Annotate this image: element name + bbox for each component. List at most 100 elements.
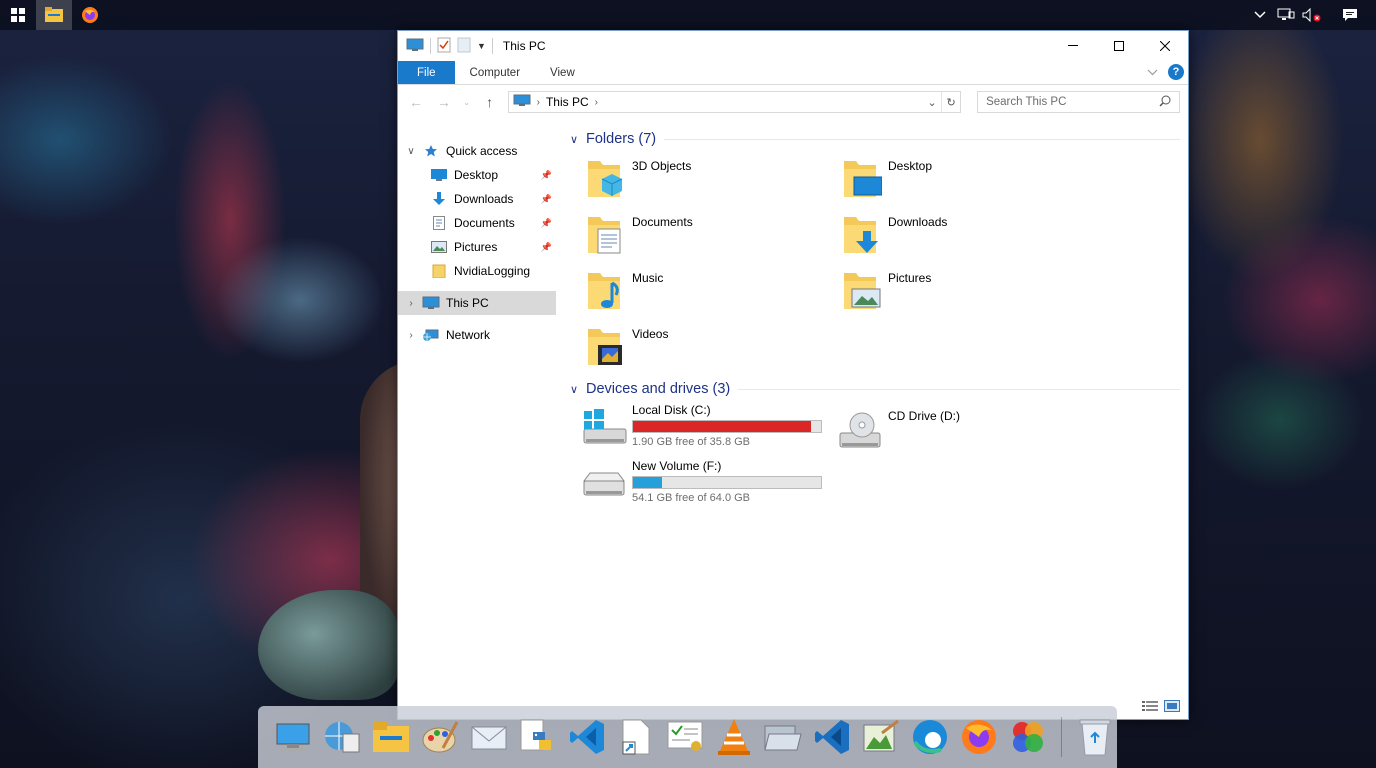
network-globe-icon[interactable] [321, 715, 364, 759]
recent-locations-button[interactable]: ⌄ [462, 98, 472, 107]
quick-access-toolbar: ▼ [398, 37, 493, 56]
search-input[interactable]: Search This PC [977, 91, 1180, 113]
customize-toolbar-icon[interactable]: ▼ [477, 41, 486, 51]
drive-free-space: 1.90 GB free of 35.8 GB [632, 436, 751, 448]
drive-d[interactable]: CD Drive (D:) [836, 401, 1092, 457]
nav-label: Pictures [454, 240, 498, 254]
paint-icon[interactable] [419, 715, 462, 759]
nav-desktop[interactable]: Desktop 📌 [398, 163, 556, 187]
drive-usage-bar [632, 476, 822, 489]
mail-icon[interactable] [468, 715, 511, 759]
chevron-up-icon[interactable] [1250, 5, 1270, 25]
help-icon[interactable]: ? [1168, 64, 1184, 80]
back-button[interactable]: ← [406, 94, 426, 110]
details-view-icon[interactable] [1142, 700, 1158, 715]
folder-music[interactable]: Music [586, 263, 842, 319]
pin-icon[interactable]: 📌 [541, 194, 552, 205]
folders-grid: 3D Objects Desktop Documents Downloads M… [570, 151, 1188, 375]
firefox-taskbar-icon[interactable] [72, 0, 108, 30]
folder-label: Downloads [888, 215, 948, 229]
folder-icon [430, 263, 448, 279]
folder-3d-objects[interactable]: 3D Objects [586, 151, 842, 207]
pin-icon[interactable]: 📌 [541, 242, 552, 253]
minimize-button[interactable] [1050, 31, 1096, 61]
folder-documents[interactable]: Documents [586, 207, 842, 263]
folder-open-icon[interactable] [761, 715, 804, 759]
drive-c[interactable]: Local Disk (C:) 1.90 GB free of 35.8 GB [580, 401, 836, 457]
file-explorer-icon[interactable] [370, 715, 413, 759]
firefox-icon[interactable] [957, 715, 1000, 759]
drives-group-header[interactable]: ∨ Devices and drives (3) [570, 377, 1188, 401]
maximize-button[interactable] [1096, 31, 1142, 61]
wallpaper-hand [258, 590, 398, 700]
drives-header-label: Devices and drives (3) [586, 381, 731, 397]
dock-separator [1061, 717, 1062, 757]
folder-label: Videos [632, 327, 669, 341]
nav-this-pc[interactable]: › This PC [398, 291, 556, 315]
image-editor-icon[interactable] [859, 715, 902, 759]
drive-label: Local Disk (C:) [632, 403, 711, 417]
folder-videos[interactable]: Videos [586, 319, 842, 375]
certificate-icon[interactable] [664, 715, 707, 759]
expand-ribbon-icon[interactable] [1147, 65, 1158, 79]
refresh-icon[interactable]: ↻ [942, 96, 960, 109]
drive-f[interactable]: New Volume (F:) 54.1 GB free of 64.0 GB [580, 457, 836, 513]
up-button[interactable]: ↑ [480, 94, 500, 110]
expand-chevron-icon[interactable]: ∨ [400, 146, 422, 157]
breadcrumb-separator-icon[interactable]: › [537, 97, 540, 108]
nav-pictures[interactable]: Pictures 📌 [398, 235, 556, 259]
vscode-icon[interactable] [566, 715, 609, 759]
nav-documents[interactable]: Documents 📌 [398, 211, 556, 235]
folder-downloads[interactable]: Downloads [842, 207, 1098, 263]
file-explorer-taskbar-icon[interactable] [36, 0, 72, 30]
large-icons-view-icon[interactable] [1164, 700, 1180, 715]
pin-icon[interactable]: 📌 [541, 218, 552, 229]
folder-label: Music [632, 271, 664, 285]
folder-pictures[interactable]: Pictures [842, 263, 1098, 319]
photos-icon[interactable] [1006, 715, 1049, 759]
breadcrumb-this-pc[interactable]: This PC [546, 95, 589, 109]
folder-desktop[interactable]: Desktop [842, 151, 1098, 207]
nav-nvidialogging[interactable]: NvidiaLogging [398, 259, 556, 283]
tab-view[interactable]: View [535, 61, 590, 84]
documents-icon [430, 215, 448, 231]
downloads-icon [430, 191, 448, 207]
group-chevron-icon[interactable]: ∨ [570, 133, 584, 146]
drive-usage-fill [633, 477, 663, 488]
remote-desktop-icon[interactable] [272, 715, 315, 759]
folder-label: Documents [632, 215, 693, 229]
network-icon[interactable] [1276, 5, 1296, 25]
address-row: ← → ⌄ ↑ › This PC › ⌄ ↻ Search This PC [398, 85, 1188, 119]
address-bar[interactable]: › This PC › ⌄ ↻ [507, 91, 962, 113]
tab-file[interactable]: File [398, 61, 455, 84]
desktop-folder-icon [842, 157, 883, 201]
shortcut-icon[interactable] [615, 715, 658, 759]
music-folder-icon [586, 269, 626, 313]
volume-muted-icon[interactable] [1302, 5, 1322, 25]
forward-button[interactable]: → [434, 94, 454, 110]
start-icon[interactable] [0, 0, 36, 30]
breadcrumb-chevron-icon[interactable]: › [595, 97, 598, 108]
nav-label: Desktop [454, 168, 499, 182]
group-chevron-icon[interactable]: ∨ [570, 383, 584, 396]
edge-icon[interactable] [908, 715, 951, 759]
recycle-bin-icon[interactable] [1074, 715, 1117, 759]
documents-folder-icon [586, 213, 626, 257]
folders-group-header[interactable]: ∨ Folders (7) [570, 127, 1188, 151]
nav-network[interactable]: › Network [398, 323, 556, 347]
close-button[interactable] [1142, 31, 1188, 61]
tab-computer[interactable]: Computer [455, 61, 536, 84]
collapse-chevron-icon[interactable]: › [400, 298, 422, 309]
nav-quick-access[interactable]: ∨ Quick access [398, 139, 556, 163]
address-dropdown-icon[interactable]: ⌄ [923, 96, 941, 109]
new-folder-icon[interactable] [457, 37, 471, 56]
nav-downloads[interactable]: Downloads 📌 [398, 187, 556, 211]
pin-icon[interactable]: 📌 [541, 170, 552, 181]
python-icon[interactable] [517, 715, 560, 759]
properties-icon[interactable] [437, 37, 451, 56]
collapse-chevron-icon[interactable]: › [400, 330, 422, 341]
vscode-insiders-icon[interactable] [810, 715, 853, 759]
vlc-icon[interactable] [712, 715, 755, 759]
notification-icon[interactable] [1340, 5, 1360, 25]
system-tray [1250, 0, 1376, 30]
